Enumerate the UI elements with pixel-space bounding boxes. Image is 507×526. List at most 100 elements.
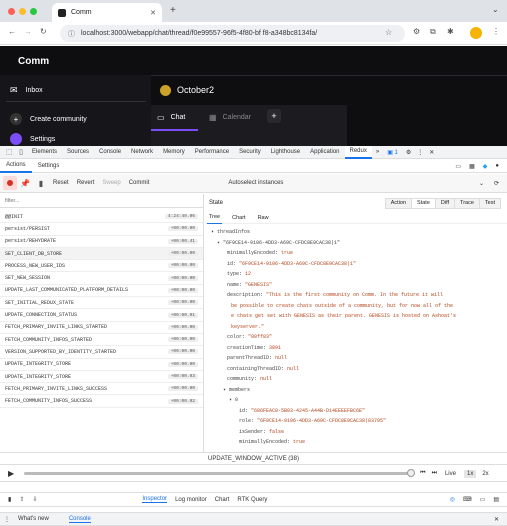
action-row[interactable]: UPDATE_LAST_COMMUNICATED_PLATFORM_DETAIL… [0,285,203,298]
step-back-icon[interactable]: ⏮ [420,470,425,477]
devtools-tab-lighthouse[interactable]: Lighthouse [266,146,305,159]
devtools-tab-security[interactable]: Security [234,146,266,159]
commit-button[interactable]: Commit [125,180,154,186]
action-row[interactable]: UPDATE_INTEGRITY_STORE +00:00.00 [0,359,203,371]
format-tab-tree[interactable]: Tree [207,212,223,224]
extensions-menu-icon[interactable]: ✱ [447,27,454,36]
zoom-window-icon[interactable] [30,8,37,15]
action-row[interactable]: VERSION_SUPPORTED_BY_IDENTITY_STARTED +00… [0,346,203,359]
drawer-tab-whats-new[interactable]: What's new [18,516,49,522]
tree-key-thread-infos[interactable]: threadInfos [217,229,250,235]
close-window-icon[interactable] [8,8,15,15]
devtools-tab-console[interactable]: Console [94,146,126,159]
record-button[interactable] [3,176,17,190]
close-tab-icon[interactable]: ✕ [150,9,156,17]
upload-icon[interactable]: ⇧ [19,496,24,503]
sync-icon[interactable]: ⟳ [494,180,499,187]
bottom-tab-inspector[interactable]: Inspector [142,496,168,503]
action-row[interactable]: SET_INITIAL_REDUX_STATE +00:00.00 [0,297,203,310]
more-tabs[interactable]: » [376,149,379,155]
devtools-tab-redux[interactable]: Redux [344,145,372,159]
devtools-tab-sources[interactable]: Sources [62,146,94,159]
devtools-tab-elements[interactable]: Elements [27,146,62,159]
drawer-tab-console[interactable]: Console [68,516,91,523]
issues-badge[interactable]: ▣ 1 [387,149,398,156]
action-row[interactable]: SET_NEW_SESSION +00:00.00 [0,272,203,285]
tab-list-icon[interactable]: ⌄ [492,5,499,14]
action-row[interactable]: FETCH_PRIMARY_INVITE_LINKS_STARTED +00:00… [0,322,203,334]
extension-icon[interactable]: ⚙ [413,27,420,36]
reset-button[interactable]: Reset [49,180,73,186]
twitter-icon[interactable]: ◆ [483,163,488,170]
speed-2x-button[interactable]: 2x [482,471,488,477]
bottom-tab-chart[interactable]: Chart [215,497,230,503]
browser-tab[interactable]: Comm ✕ [52,3,162,22]
kebab-menu-icon[interactable]: ⋮ [492,27,500,36]
devtools-tab-memory[interactable]: Memory [158,146,190,159]
tab-chat[interactable]: ▭ Chat [157,113,185,122]
reload-icon[interactable]: ↻ [40,27,47,36]
redux-tab-actions[interactable]: Actions [0,160,32,173]
nav-create-community[interactable]: + Create community [10,113,87,125]
inspect-element-icon[interactable]: ⬚ [3,148,15,156]
download-icon[interactable]: ⇩ [32,496,37,503]
devtools-tab-performance[interactable]: Performance [190,146,234,159]
drawer-menu-icon[interactable]: ⋮ [4,516,10,523]
redux-tab-settings[interactable]: Settings [32,163,66,169]
timeline-track[interactable] [24,469,416,477]
minimize-window-icon[interactable] [19,8,26,15]
nav-settings[interactable]: Settings [10,133,55,145]
view-tab-trace[interactable]: Trace [454,197,480,209]
nav-inbox[interactable]: ✉ Inbox [10,85,43,96]
device-toolbar-icon[interactable]: ▯ [15,148,27,156]
action-row[interactable]: persist/PERSIST +00:00.00 [0,223,203,236]
add-tab-button[interactable]: + [267,109,281,123]
format-tab-raw[interactable]: Raw [256,212,271,224]
tree-key-thread-id[interactable]: "6F9CE14-9106-4DD3-A69C-CFDC8E9CAC38|1" [223,240,340,246]
back-icon[interactable]: ← [8,27,16,36]
action-row[interactable]: @@INIT 4:24:49.06 [0,211,203,224]
bookmark-star-icon[interactable]: ☆ [385,28,392,37]
github-icon[interactable]: ● [495,163,499,169]
view-tab-action[interactable]: Action [384,197,413,209]
sweep-button[interactable]: Sweep [98,180,124,186]
view-tab-state[interactable]: State [411,197,436,209]
grid-icon[interactable]: ▦ [469,163,475,170]
bottom-tab-log-monitor[interactable]: Log monitor [175,497,207,503]
lock-icon[interactable]: ▮ [33,179,49,188]
tab-calendar[interactable]: ▦ Calendar [209,113,251,122]
play-icon[interactable]: ▶ [8,469,14,478]
view-tab-test[interactable]: Test [478,197,501,209]
forward-icon[interactable]: → [24,27,32,36]
address-bar[interactable]: ⓘ localhost:3000/webapp/chat/thread/f0e9… [60,25,405,42]
window-icon[interactable]: ▭ [480,496,486,503]
action-row[interactable]: FETCH_PRIMARY_INVITE_LINKS_SUCCESS +00:00… [0,383,203,396]
tree-key-members[interactable]: members [229,387,250,393]
devtools-close-icon[interactable]: ✕ [429,149,434,156]
lock-bottom-icon[interactable]: ▮ [8,496,11,503]
pin-icon[interactable]: 📌 [17,179,33,188]
action-row[interactable]: FETCH_COMMUNITY_INFOS_SUCCESS +00:00.02 [0,395,203,408]
panel-icon[interactable]: ▤ [493,496,499,503]
avatar[interactable] [470,27,482,39]
action-row[interactable]: UPDATE_CONNECTION_STATUS +00:00.01 [0,309,203,322]
site-info-icon[interactable]: ⓘ [68,29,75,39]
layout-icon[interactable]: ▭ [455,163,461,170]
live-button[interactable]: Live [445,471,456,477]
drawer-close-icon[interactable]: ✕ [494,516,499,523]
timeline-thumb[interactable] [407,469,416,477]
devtools-menu-icon[interactable]: ⋮ [417,149,423,156]
action-row[interactable]: FETCH_COMMUNITY_INFOS_STARTED +00:00.00 [0,334,203,347]
action-row[interactable]: PROCESS_NEW_USER_IDS +00:00.00 [0,260,203,273]
action-row[interactable]: UPDATE_INTEGRITY_STORE +00:00.03 [0,371,203,384]
devtools-settings-icon[interactable]: ⚙ [406,149,411,156]
view-tab-diff[interactable]: Diff [434,197,456,209]
instance-dropdown-icon[interactable]: ⌄ [479,180,484,187]
format-tab-chart[interactable]: Chart [230,212,247,224]
new-tab-icon[interactable]: + [170,5,176,16]
persist-icon[interactable]: ◎ [450,496,455,503]
autoselect-instances[interactable]: Autoselect instances [228,180,283,186]
revert-button[interactable]: Revert [73,180,99,186]
filter-input[interactable] [5,197,195,204]
speed-1x-button[interactable]: 1x [463,469,477,478]
